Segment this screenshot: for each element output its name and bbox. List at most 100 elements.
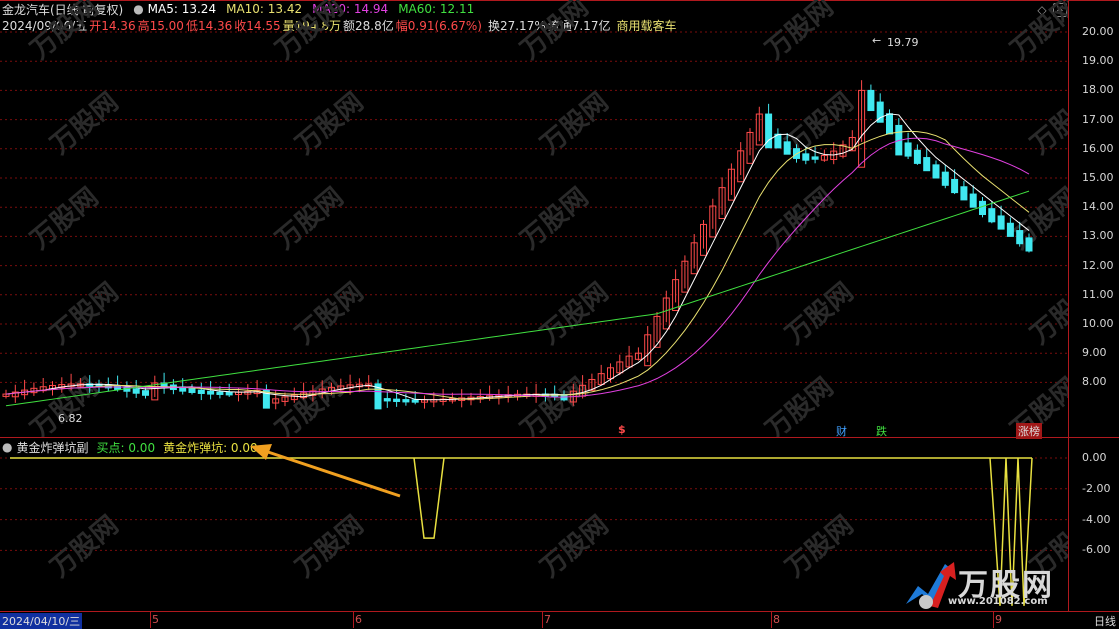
ma60-line [5,190,1030,407]
price-axis-label: 19.00 [1082,54,1114,68]
candle-body [811,156,819,160]
candle-body [1025,237,1033,252]
candle-body [383,398,391,402]
price-axis-label: 17.00 [1082,112,1114,126]
xaxis-top-border [0,611,1119,612]
watermark-text: 万股网 [290,510,369,583]
candle-body [188,388,196,393]
candle-body [960,186,968,201]
watermark-text: 万股网 [780,277,859,350]
watermark-text: 万股网 [515,182,594,255]
watermark-text: 万股网 [45,510,124,583]
indicator-lines [10,457,1033,606]
candle-body [142,390,149,396]
candle-body [1016,230,1024,245]
candles [2,80,1033,410]
watermark-text: 万股网 [780,510,859,583]
indicator-axis-label: 0.00 [1082,451,1107,464]
watermark-text: 万股网 [1025,277,1068,350]
candle-body [207,390,215,395]
candle-body [783,141,791,155]
indicator-grid [0,457,1068,551]
mark-dollar[interactable]: $ [618,423,626,436]
x-axis-month-label: 9 [995,613,1002,626]
candle-body [923,157,931,172]
ma5-line [5,113,1030,401]
watermark-text: 万股网 [1005,0,1068,65]
x-axis-tick [150,612,151,628]
watermark-text: 万股网 [25,372,104,437]
candle-body [988,208,996,223]
candle-body [886,113,893,135]
x-axis-tick [993,612,994,628]
watermark-text: 万股网 [290,277,369,350]
x-axis-month-label: 7 [544,613,551,626]
candle-body [197,389,205,394]
watermark-text: 万股网 [515,0,594,65]
price-axis-label: 12.00 [1082,258,1114,272]
chart-right-border [1068,0,1069,612]
candle-body [932,164,940,179]
candle-body [951,178,959,194]
watermark-text: 万股网 [535,510,614,583]
indicator-axis-label: -2.00 [1082,481,1111,495]
watermark-text: 万股网 [45,87,124,160]
price-axis-label: 15.00 [1082,171,1114,184]
mark-die[interactable]: 跌 [876,423,887,439]
watermark-text: 万股网 [270,372,349,437]
mark-cai[interactable]: 财 [836,423,847,439]
candle-body [904,142,912,157]
price-axis-label: 16.00 [1082,141,1114,155]
x-axis-date: 2024/04/10/三 [0,613,83,629]
watermark-text: 万股网 [25,0,104,65]
candle-body [132,388,140,394]
candle-body [402,399,410,403]
main-chart[interactable]: 万股网 万股网 万股网 万股网 万股网万股网 万股网 万股网 万股网 万股网万股网 万股网 万股网万… [0,0,1068,437]
candle-body [802,153,810,161]
x-axis-month-label: 6 [355,613,362,626]
x-axis-month-label: 8 [773,613,780,626]
ma-lines [5,113,1030,407]
price-grid [0,31,1068,383]
candle-body [411,399,419,403]
price-axis-label: 14.00 [1082,200,1114,214]
candle-body [969,193,977,208]
candle-body [1006,222,1014,237]
watermark-text: 万股网 [270,0,349,65]
price-axis-label: 10.00 [1082,317,1114,330]
watermark-text: 万股网 [535,87,614,160]
watermark-text: 万股网 [290,87,369,160]
ma20-line [5,137,1030,398]
watermark-text: 万股网 [1025,87,1068,160]
price-axis-label: 8.00 [1082,375,1107,389]
indicator-axis-label: -4.00 [1082,512,1111,526]
watermark-text: 万股网 [760,182,839,255]
candle-body [216,391,224,395]
price-axis-label: 13.00 [1082,229,1114,243]
pit-1 [413,457,445,539]
x-axis-tick [353,612,354,628]
candle-body [997,215,1005,230]
candle-body [941,171,949,186]
watermark-text: 万股网 [25,182,104,255]
candle-body [913,149,921,164]
candle-body [393,398,401,402]
watermark-text: 万股网 [535,277,614,350]
x-axis-tick [542,612,543,628]
x-axis-month-label: 5 [152,613,159,626]
period-label[interactable]: 日线 [1094,613,1116,629]
brand-logo: 万股网 www.201082.com [900,556,1090,611]
price-axis-label: 11.00 [1082,287,1114,301]
logo-url-text: www.201082.com [948,596,1048,607]
watermark-text: 万股网 [760,0,839,65]
high-annotation: 19.79 [887,36,919,49]
watermark-text: 万股网 [45,277,124,350]
watermark-text: 万股网 [270,182,349,255]
price-axis-label: 9.00 [1082,346,1107,360]
price-axis-label: 20.00 [1082,25,1114,38]
mark-zhangting[interactable]: 涨榜 [1016,423,1042,439]
candle-body [867,89,875,112]
low-annotation: 6.82 [58,412,83,425]
price-axis-label: 18.00 [1082,83,1114,97]
watermark-text: 万股网 [780,87,859,160]
